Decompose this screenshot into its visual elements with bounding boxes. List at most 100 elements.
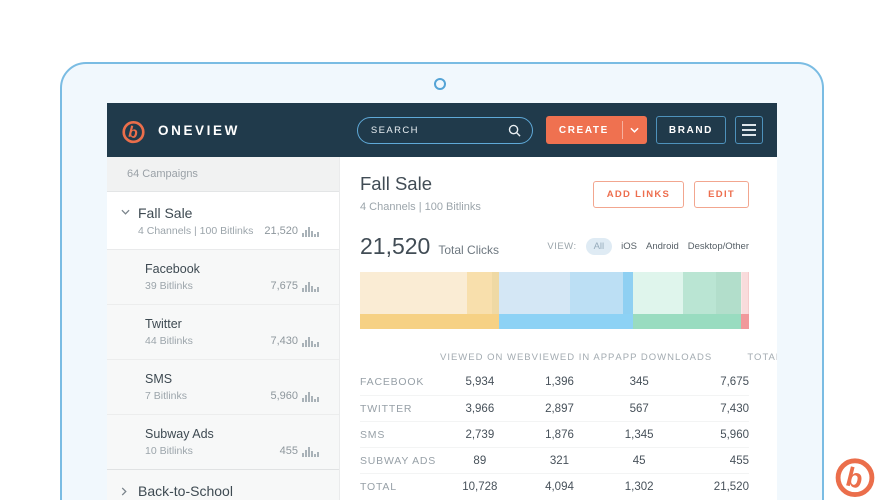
create-button-label[interactable]: CREATE bbox=[546, 116, 622, 144]
chart-breakdown-sms bbox=[633, 272, 741, 314]
screenshot-stage: { "navbar": { "logo_text": "ONEVIEW", "s… bbox=[0, 0, 888, 500]
row-label: SMS bbox=[360, 429, 440, 441]
mini-bar-chart-icon bbox=[302, 446, 319, 457]
table-header-row: VIEWED ON WEBVIEWED IN APPAPP DOWNLOADST… bbox=[360, 345, 749, 369]
chart-total-subway bbox=[741, 314, 749, 329]
table-row-facebook: FACEBOOK5,9341,3963457,675 bbox=[360, 369, 749, 395]
table-row-twitter: TWITTER3,9662,8975677,430 bbox=[360, 395, 749, 421]
page-subtitle: 4 Channels | 100 Bitlinks bbox=[360, 201, 481, 213]
device-frame: b ONEVIEW CREATE bbox=[60, 62, 824, 500]
table-header-cell: APP DOWNLOADS bbox=[615, 352, 712, 363]
chart-breakdown-row bbox=[360, 272, 749, 314]
table-cell: 1,302 bbox=[599, 481, 679, 493]
table-header-cell: VIEWED ON WEB bbox=[440, 352, 532, 363]
bitly-corner-logo-icon: b bbox=[833, 452, 877, 498]
main-content: Fall Sale 4 Channels | 100 Bitlinks ADD … bbox=[340, 157, 777, 500]
table-cell: 1,876 bbox=[520, 429, 600, 441]
campaign-clicks: 21,520 bbox=[264, 225, 319, 237]
total-clicks-label: Total Clicks bbox=[438, 243, 499, 257]
total-clicks: 21,520 Total Clicks bbox=[360, 233, 499, 260]
hamburger-line bbox=[742, 134, 756, 136]
table-cell: 7,430 bbox=[679, 403, 749, 415]
campaigns-count-header: 64 Campaigns bbox=[107, 157, 339, 192]
table-header-cell: TOTAL bbox=[712, 352, 777, 363]
channel-clicks: 5,960 bbox=[270, 390, 319, 402]
search-box[interactable] bbox=[357, 117, 533, 144]
channel-clicks: 455 bbox=[280, 445, 319, 457]
search-input[interactable] bbox=[369, 124, 508, 137]
chevron-down-icon bbox=[630, 127, 639, 133]
edit-button[interactable]: EDIT bbox=[694, 181, 749, 208]
view-options: AlliOS Android Desktop/Other bbox=[586, 238, 749, 255]
chart-segment-sms-downloads bbox=[716, 272, 740, 314]
chart-breakdown-facebook bbox=[360, 272, 499, 314]
view-option-ios[interactable]: iOS bbox=[621, 241, 637, 252]
search-icon bbox=[508, 124, 521, 137]
bitly-logo-icon: b bbox=[121, 117, 146, 144]
sidebar-channel-twitter[interactable]: Twitter44 Bitlinks7,430 bbox=[107, 304, 339, 359]
table-row-sms: SMS2,7391,8761,3455,960 bbox=[360, 421, 749, 447]
channel-name: Twitter bbox=[145, 317, 319, 331]
view-label: VIEW: bbox=[547, 241, 576, 252]
table-cell: 7,675 bbox=[679, 376, 749, 388]
view-option-android[interactable]: Android bbox=[646, 241, 679, 252]
channel-name: SMS bbox=[145, 372, 319, 386]
row-label: FACEBOOK bbox=[360, 376, 440, 388]
app-window: b ONEVIEW CREATE bbox=[107, 103, 777, 500]
table-header-cell: VIEWED IN APP bbox=[532, 352, 616, 363]
table-cell: 89 bbox=[440, 455, 520, 467]
table-cell: 345 bbox=[599, 376, 679, 388]
row-label: TOTAL bbox=[360, 481, 440, 493]
page-title: Fall Sale bbox=[360, 173, 481, 195]
chart-totals-row bbox=[360, 314, 749, 329]
table-cell: 1,396 bbox=[520, 376, 600, 388]
chart-breakdown-twitter bbox=[499, 272, 633, 314]
table-cell: 3,966 bbox=[440, 403, 520, 415]
table-cell: 21,520 bbox=[679, 481, 749, 493]
chart-segment-facebook-app bbox=[467, 272, 492, 314]
chart-total-sms bbox=[633, 314, 741, 329]
row-label: TWITTER bbox=[360, 403, 440, 415]
channel-row2: 10 Bitlinks 455 bbox=[145, 445, 319, 457]
sidebar-item-fall-sale[interactable]: Fall Sale 4 Channels | 100 Bitlinks 21,5… bbox=[107, 192, 339, 250]
channel-stats-table: VIEWED ON WEBVIEWED IN APPAPP DOWNLOADS T… bbox=[360, 345, 749, 499]
view-option-all[interactable]: All bbox=[586, 238, 613, 255]
campaign-sidebar: 64 Campaigns Fall Sale 4 Channels | 100 … bbox=[107, 157, 340, 500]
table-cell: 5,960 bbox=[679, 429, 749, 441]
channel-meta: 39 Bitlinks bbox=[145, 280, 193, 292]
table-cell: 2,897 bbox=[520, 403, 600, 415]
table-cell: 1,345 bbox=[599, 429, 679, 441]
view-option-desktop-other[interactable]: Desktop/Other bbox=[688, 241, 749, 252]
mini-bar-chart-icon bbox=[302, 336, 319, 347]
campaign-meta: 4 Channels | 100 Bitlinks bbox=[138, 225, 253, 237]
app-title: ONEVIEW bbox=[158, 123, 240, 138]
campaign-header: Fall Sale 4 Channels | 100 Bitlinks bbox=[360, 173, 481, 213]
sidebar-channel-facebook[interactable]: Facebook39 Bitlinks7,675 bbox=[107, 250, 339, 304]
campaign-name: Back-to-School bbox=[138, 483, 319, 499]
hamburger-menu-button[interactable] bbox=[735, 116, 763, 144]
chart-segment-sms-web bbox=[633, 272, 683, 314]
app-body: 64 Campaigns Fall Sale 4 Channels | 100 … bbox=[107, 157, 777, 500]
chart-segment-twitter-downloads bbox=[623, 272, 633, 314]
sidebar-channel-subway-ads[interactable]: Subway Ads 10 Bitlinks 455 bbox=[107, 414, 339, 469]
brand-button[interactable]: BRAND bbox=[656, 116, 726, 144]
channel-row2: 7 Bitlinks5,960 bbox=[145, 390, 319, 402]
create-dropdown-toggle[interactable] bbox=[623, 116, 647, 144]
view-switch: VIEW: AlliOS Android Desktop/Other bbox=[547, 238, 749, 255]
add-links-button[interactable]: ADD LINKS bbox=[593, 181, 684, 208]
channel-name: Subway Ads bbox=[145, 427, 319, 441]
sidebar-channel-sms[interactable]: SMS 7 Bitlinks5,960 bbox=[107, 359, 339, 414]
create-button[interactable]: CREATE bbox=[546, 116, 647, 144]
table-body: FACEBOOK5,9341,3963457,675TWITTER3,9662,… bbox=[360, 369, 749, 499]
mini-bar-chart-icon bbox=[302, 281, 319, 292]
channel-name: Facebook bbox=[145, 262, 319, 276]
hamburger-line bbox=[742, 124, 756, 126]
table-cell: 4,094 bbox=[520, 481, 600, 493]
chevron-down-icon bbox=[121, 209, 130, 215]
total-clicks-value: 21,520 bbox=[360, 233, 430, 260]
channel-meta: 10 Bitlinks bbox=[145, 445, 193, 457]
sidebar-item-back-to-school[interactable]: Back-to-School 3 Channels | 31 Bitlinks … bbox=[107, 469, 339, 500]
table-cell: 2,739 bbox=[440, 429, 520, 441]
campaign-name: Fall Sale bbox=[138, 205, 319, 221]
mini-bar-chart-icon bbox=[302, 226, 319, 237]
